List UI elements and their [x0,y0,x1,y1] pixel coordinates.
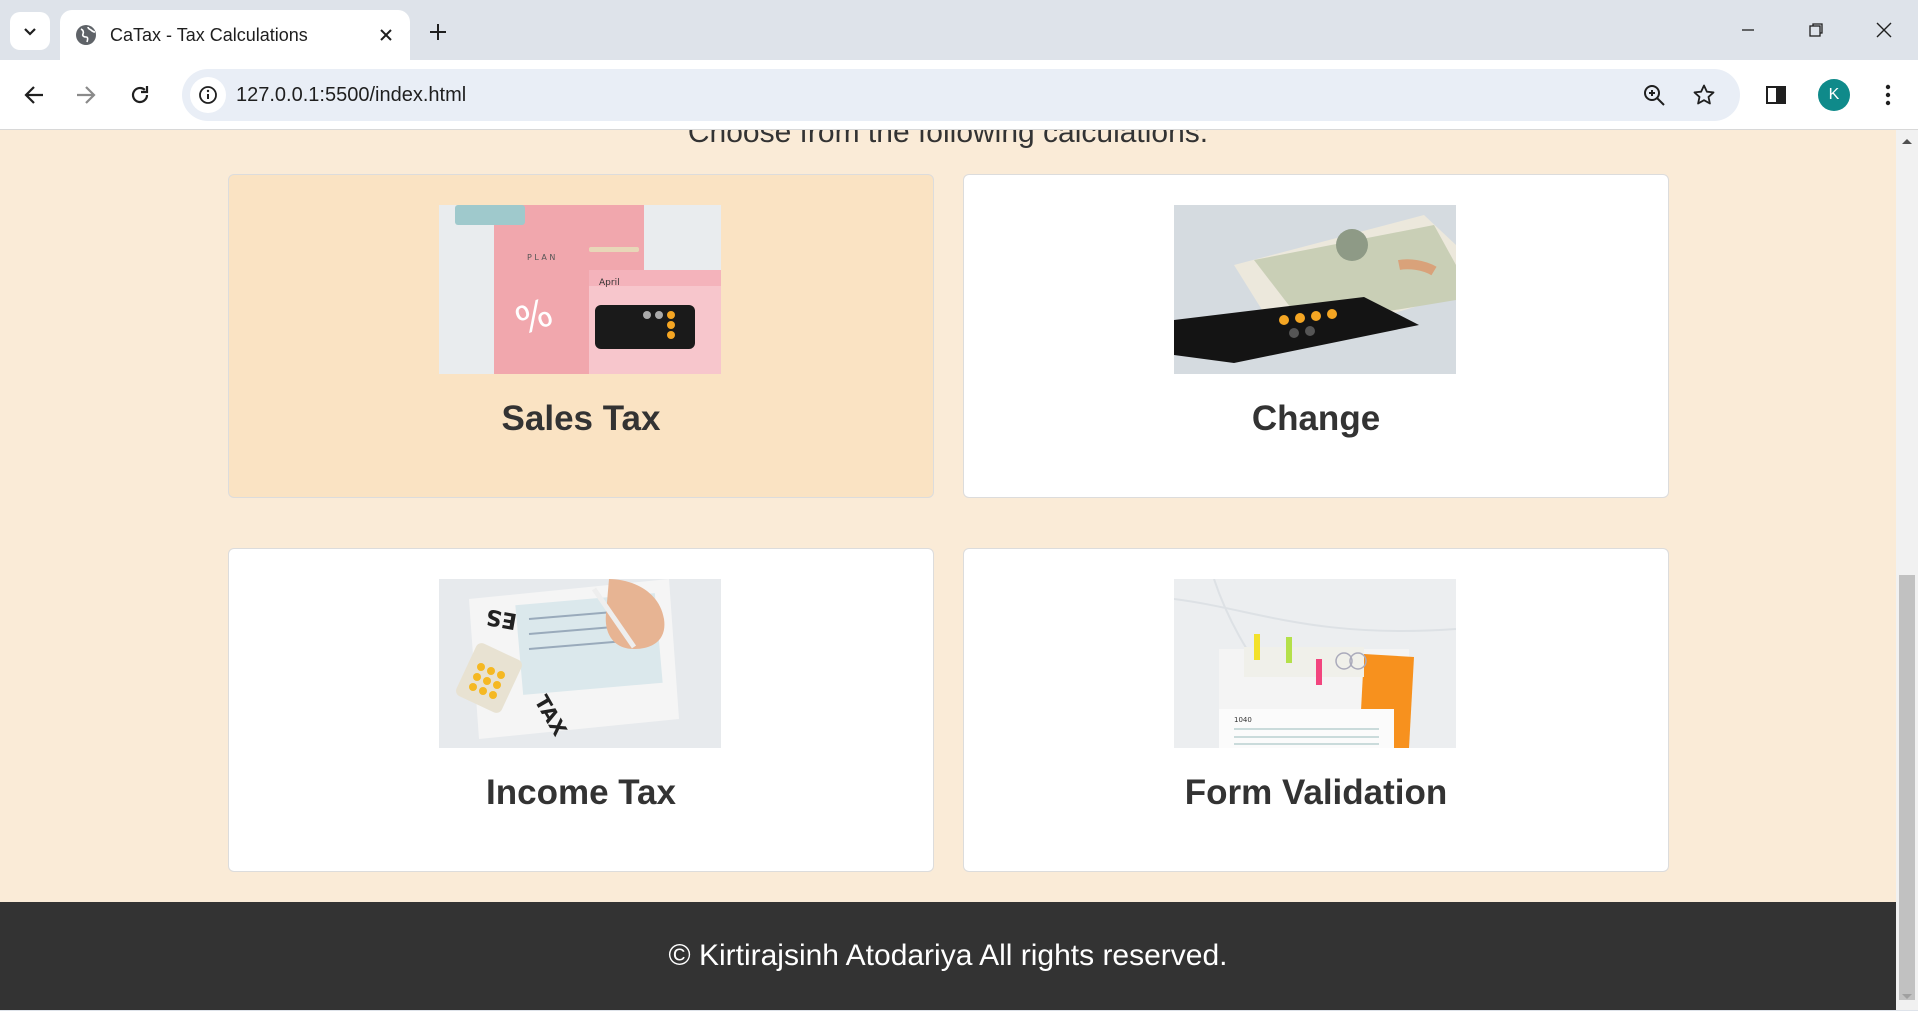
minimize-button[interactable] [1728,12,1768,48]
chevron-down-icon [24,28,36,36]
globe-icon [76,25,96,45]
card-income-tax[interactable]: ES TAX Income Tax [228,548,934,872]
info-icon [199,86,217,104]
card-label: Income Tax [486,773,676,812]
page-viewport: Choose from the following calculations. … [0,130,1896,1010]
browser-tab[interactable]: CaTax - Tax Calculations [60,10,410,60]
footer-copyright: © Kirtirajsinh Atodariya All rights rese… [668,939,1228,972]
site-info-button[interactable] [190,77,226,113]
close-icon [380,29,392,41]
close-tab-button[interactable] [374,23,398,47]
zoom-icon [1644,85,1665,106]
card-label: Change [1251,399,1381,438]
page-subtitle: Choose from the following calculations. [687,130,1209,149]
new-tab-button[interactable] [422,16,454,48]
bookmark-button[interactable] [1690,81,1718,109]
tab-title: CaTax - Tax Calculations [110,24,308,45]
browser-toolbar: 127.0.0.1:5500/index.html K [0,60,1918,130]
svg-text:P L A N: P L A N [527,253,555,262]
zoom-button[interactable] [1640,81,1668,109]
arrow-left-icon [24,86,43,104]
calendar-calculator-photo: P L A N April % [439,205,721,374]
side-panel-icon [1766,86,1786,104]
cash-phone-photo [1174,205,1456,374]
browser-tab-strip: CaTax - Tax Calculations [0,0,1918,60]
browser-menu-button[interactable] [1872,79,1904,111]
restore-button[interactable] [1796,12,1836,48]
svg-text:1040: 1040 [1234,716,1252,724]
card-label: Sales Tax [501,399,661,438]
arrow-right-icon [77,86,96,104]
card-label: Form Validation [1184,773,1448,812]
plus-icon [430,24,446,40]
close-window-button[interactable] [1864,12,1904,48]
url-text[interactable]: 127.0.0.1:5500/index.html [236,69,466,121]
scroll-up-arrow-icon[interactable] [1899,134,1915,148]
back-button[interactable] [14,75,54,115]
restore-icon [1809,23,1823,37]
star-icon [1693,84,1715,105]
minimize-icon [1742,29,1754,31]
tax-form-writing-photo: ES TAX [439,579,721,748]
scrollbar-thumb[interactable] [1899,575,1915,1000]
svg-text:April: April [599,278,620,288]
profile-avatar[interactable]: K [1818,79,1850,111]
reload-button[interactable] [120,75,160,115]
more-vertical-icon [1885,84,1891,106]
card-sales-tax[interactable]: P L A N April % Sales Tax [228,174,934,498]
forward-button[interactable] [66,75,106,115]
scroll-down-arrow-icon[interactable] [1899,990,1915,1004]
card-change[interactable]: Change [963,174,1669,498]
form-1040-clips-photo: 1040 [1174,579,1456,748]
svg-text:ES: ES [484,603,519,633]
side-panel-button[interactable] [1760,79,1792,111]
card-form-validation[interactable]: 1040 Form Validation [963,548,1669,872]
page-footer: © Kirtirajsinh Atodariya All rights rese… [0,902,1896,1010]
tab-search-button[interactable] [10,12,50,50]
close-icon [1876,22,1892,38]
reload-icon [131,86,149,104]
address-bar[interactable]: 127.0.0.1:5500/index.html [182,69,1740,121]
